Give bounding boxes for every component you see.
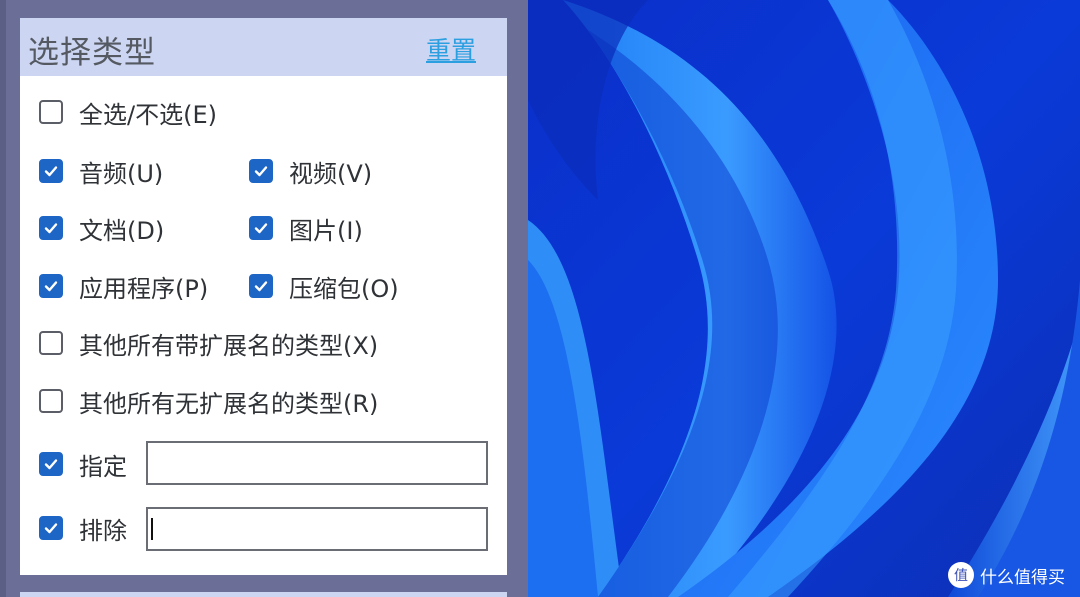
option-label: 全选/不选(E) [79, 100, 217, 129]
next-panel-header [20, 592, 507, 597]
exclude-input[interactable] [146, 507, 488, 551]
check-icon [44, 459, 58, 470]
watermark: 值 什么值得买 [948, 560, 1065, 590]
check-icon [44, 281, 58, 292]
checkbox[interactable] [39, 389, 63, 413]
option-archive[interactable]: 压缩包(O) [249, 268, 399, 304]
option-select-all[interactable]: 全选/不选(E) [39, 94, 217, 130]
option-label: 排除 [79, 516, 127, 545]
panel-title: 选择类型 [28, 35, 156, 71]
window-frame-edge [0, 0, 6, 597]
option-video[interactable]: 视频(V) [249, 153, 372, 189]
option-audio[interactable]: 音频(U) [39, 153, 163, 189]
option-label: 应用程序(P) [79, 274, 209, 303]
option-exclude[interactable]: 排除 [39, 510, 127, 546]
svg-text:值: 值 [954, 568, 968, 584]
check-icon [44, 166, 58, 177]
watermark-text: 什么值得买 [980, 567, 1065, 588]
check-icon [44, 523, 58, 534]
checkbox[interactable] [39, 452, 63, 476]
checkbox[interactable] [249, 216, 273, 240]
option-specify[interactable]: 指定 [39, 446, 127, 482]
checkbox[interactable] [39, 331, 63, 355]
option-label: 其他所有带扩展名的类型(X) [79, 331, 379, 360]
option-label: 压缩包(O) [289, 274, 399, 303]
specify-input[interactable] [146, 441, 488, 485]
checkbox[interactable] [249, 274, 273, 298]
checkbox[interactable] [249, 159, 273, 183]
option-document[interactable]: 文档(D) [39, 210, 164, 246]
select-type-panel: 选择类型 重置 全选/不选(E) 音频(U) 视频(V) 文档(D) 图片(I) [20, 18, 507, 575]
checkbox[interactable] [39, 216, 63, 240]
option-label: 其他所有无扩展名的类型(R) [79, 389, 379, 418]
checkbox[interactable] [39, 516, 63, 540]
bloom-wallpaper-image [528, 0, 1080, 597]
option-label: 音频(U) [79, 159, 164, 188]
option-picture[interactable]: 图片(I) [249, 210, 363, 246]
option-other-with-ext[interactable]: 其他所有带扩展名的类型(X) [39, 325, 378, 361]
text-caret [151, 518, 153, 540]
checkbox[interactable] [39, 159, 63, 183]
check-icon [44, 223, 58, 234]
desktop-wallpaper [528, 0, 1080, 597]
zhi-icon: 值 [948, 562, 974, 588]
check-icon [254, 223, 268, 234]
option-other-without-ext[interactable]: 其他所有无扩展名的类型(R) [39, 383, 378, 419]
check-icon [254, 281, 268, 292]
checkbox[interactable] [39, 100, 63, 124]
option-label: 图片(I) [289, 216, 363, 245]
option-label: 视频(V) [289, 159, 373, 188]
option-label: 指定 [79, 452, 127, 481]
panel-header: 选择类型 重置 [20, 18, 507, 76]
reset-link[interactable]: 重置 [426, 31, 476, 67]
option-label: 文档(D) [79, 216, 165, 245]
option-application[interactable]: 应用程序(P) [39, 268, 208, 304]
checkbox[interactable] [39, 274, 63, 298]
check-icon [254, 166, 268, 177]
